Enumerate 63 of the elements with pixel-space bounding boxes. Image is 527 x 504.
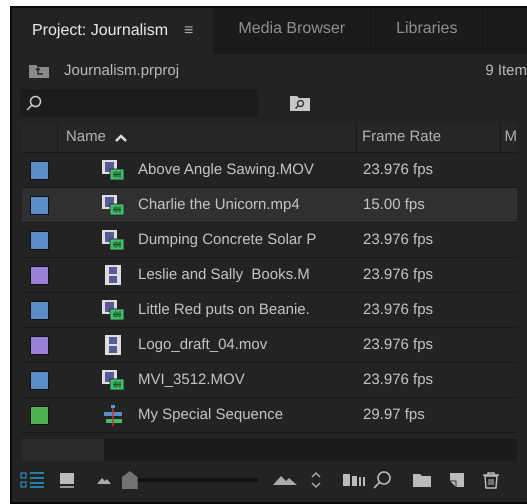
- project-item-row[interactable]: Leslie and Sally Books.M 23.976 fps: [22, 258, 517, 293]
- project-item-row[interactable]: Little Red puts on Beanie. 23.976 fps: [22, 293, 517, 328]
- project-item-row[interactable]: Charlie the Unicorn.mp4 15.00 fps: [22, 188, 517, 223]
- large-mountain-icon: [272, 474, 298, 486]
- folder-icon[interactable]: [412, 472, 432, 488]
- icon-view-icon[interactable]: [58, 471, 76, 489]
- new-item-icon[interactable]: [448, 471, 466, 489]
- label-color-swatch[interactable]: [30, 230, 49, 250]
- folder-up-icon[interactable]: [28, 63, 50, 79]
- small-mountain-icon: [96, 475, 112, 485]
- project-item-row[interactable]: Above Angle Sawing.MOV 23.976 fps: [22, 153, 517, 188]
- frame-rate: 23.976 fps: [363, 334, 434, 355]
- clip-name: Little Red puts on Beanie.: [138, 300, 311, 320]
- find-folder-icon[interactable]: [289, 94, 311, 112]
- trash-icon[interactable]: [482, 471, 500, 489]
- frame-rate: 23.976 fps: [363, 370, 434, 390]
- sequence-icon: [102, 404, 124, 426]
- project-file-name: Journalism.prproj: [64, 60, 180, 81]
- video-audio-clip-icon: [101, 194, 125, 216]
- frame-rate: 23.976 fps: [363, 264, 434, 285]
- search-field[interactable]: [20, 89, 258, 117]
- automate-sequence-icon[interactable]: [342, 473, 366, 487]
- clip-name: Charlie the Unicorn.mp4: [138, 194, 301, 215]
- film-clip-icon: [104, 264, 122, 286]
- frame-rate: 29.97 fps: [363, 404, 425, 425]
- video-audio-clip-icon: [101, 299, 125, 321]
- video-audio-clip-icon: [101, 369, 125, 391]
- project-item-row[interactable]: MVI_3512.MOV 23.976 fps: [22, 363, 517, 398]
- clip-name: Above Angle Sawing.MOV: [138, 160, 315, 180]
- video-audio-clip-icon: [101, 229, 125, 251]
- frame-rate: 15.00 fps: [363, 194, 425, 215]
- frame-rate: 23.976 fps: [363, 230, 434, 250]
- column-header[interactable]: Name: [58, 123, 357, 152]
- column-header[interactable]: M: [500, 123, 517, 152]
- search-icon[interactable]: [372, 470, 392, 490]
- slider-thumb[interactable]: [122, 471, 138, 489]
- sort-ascending-icon: [114, 132, 128, 142]
- project-item-row[interactable]: Dumping Concrete Solar P 23.976 fps: [22, 223, 517, 258]
- frame-rate: 23.976 fps: [363, 160, 434, 180]
- panel-menu-icon[interactable]: ≡: [184, 19, 194, 43]
- sort-icon[interactable]: [310, 471, 322, 489]
- label-color-swatch[interactable]: [30, 160, 49, 180]
- column-header[interactable]: Frame Rate: [356, 123, 500, 152]
- film-clip-icon: [104, 334, 122, 356]
- project-item-row[interactable]: My Special Sequence 29.97 fps: [22, 398, 517, 433]
- panel-tab[interactable]: Project: Journalism ≡: [12, 8, 214, 54]
- project-item-row[interactable]: Logo_draft_04.mov 23.976 fps: [22, 328, 517, 363]
- clip-name: Leslie and Sally Books.M: [138, 264, 311, 285]
- clip-name: My Special Sequence: [138, 404, 284, 425]
- label-color-swatch[interactable]: [30, 336, 49, 354]
- clip-name: Logo_draft_04.mov: [138, 334, 268, 355]
- label-color-swatch[interactable]: [30, 370, 49, 390]
- item-count: 9 Item: [485, 60, 527, 81]
- clip-name: Dumping Concrete Solar P: [138, 230, 318, 250]
- label-color-swatch[interactable]: [30, 406, 49, 424]
- search-icon: [26, 95, 42, 111]
- clip-name: MVI_3512.MOV: [138, 370, 246, 390]
- frame-rate: 23.976 fps: [363, 300, 434, 320]
- video-audio-clip-icon: [101, 159, 125, 181]
- label-color-swatch[interactable]: [30, 300, 49, 320]
- label-color-swatch[interactable]: [30, 266, 49, 284]
- label-color-swatch[interactable]: [30, 196, 49, 214]
- list-view-icon[interactable]: [20, 471, 46, 489]
